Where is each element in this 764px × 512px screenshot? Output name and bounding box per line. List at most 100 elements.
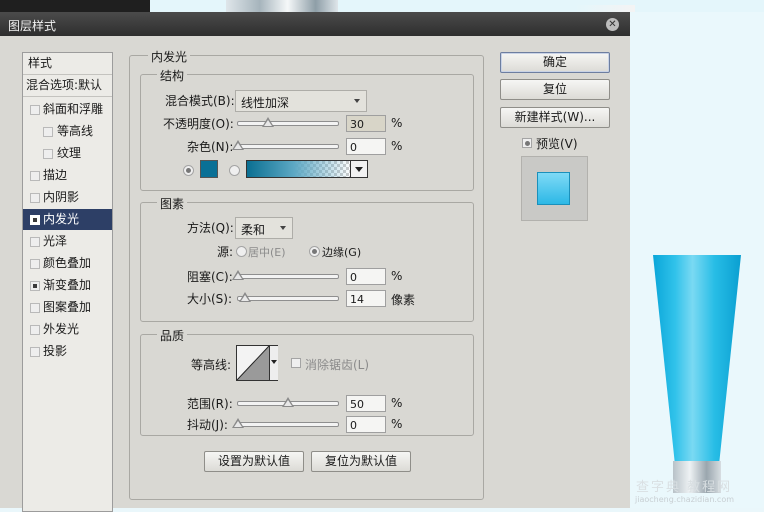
- checkbox-color-overlay[interactable]: [30, 259, 40, 269]
- gradient-picker[interactable]: [246, 160, 352, 178]
- glow-color-swatch[interactable]: [200, 160, 218, 178]
- sidebar-item-color-overlay[interactable]: 颜色叠加: [23, 253, 112, 274]
- sidebar-item-drop-shadow[interactable]: 投影: [23, 341, 112, 362]
- blend-mode-value: 线性加深: [241, 96, 290, 110]
- noise-slider-thumb[interactable]: [232, 140, 244, 150]
- preview-swatch: [537, 172, 570, 205]
- opacity-slider[interactable]: [237, 117, 339, 127]
- quality-group: 品质 等高线: 消除锯齿(L) 范围(R): 50 % 抖动(J): 0 %: [140, 327, 474, 436]
- style-list: 样式 混合选项:默认 斜面和浮雕 等高线 纹理 描边 内阴影 内发光 光泽 颜色…: [22, 52, 113, 512]
- close-icon[interactable]: ✕: [606, 18, 619, 31]
- make-default-button[interactable]: 设置为默认值: [204, 451, 304, 472]
- chevron-down-icon: [280, 226, 286, 230]
- checkbox-texture[interactable]: [43, 149, 53, 159]
- reset-button[interactable]: 复位: [500, 79, 610, 100]
- sidebar-item-inner-shadow[interactable]: 内阴影: [23, 187, 112, 208]
- structure-title: 结构: [157, 67, 188, 84]
- sidebar-item-texture[interactable]: 纹理: [23, 143, 112, 164]
- size-slider-thumb[interactable]: [239, 292, 251, 302]
- range-slider[interactable]: [237, 397, 339, 407]
- elements-title: 图素: [157, 195, 188, 212]
- checkbox-contour[interactable]: [43, 127, 53, 137]
- preview-checkbox[interactable]: [522, 138, 532, 148]
- color-mode-radio[interactable]: [183, 165, 194, 176]
- jitter-slider-thumb[interactable]: [232, 418, 244, 428]
- jitter-slider[interactable]: [232, 418, 339, 428]
- choke-slider-thumb[interactable]: [232, 270, 244, 280]
- checkbox-gradient-overlay[interactable]: [30, 281, 40, 291]
- range-slider-thumb[interactable]: [282, 397, 294, 407]
- opacity-slider-thumb[interactable]: [262, 117, 274, 127]
- antialias-checkbox[interactable]: [291, 358, 301, 368]
- checkbox-stroke[interactable]: [30, 171, 40, 181]
- gradient-mode-radio[interactable]: [229, 165, 240, 176]
- choke-label: 阻塞(C):: [187, 270, 233, 284]
- sidebar-item-label: 等高线: [57, 124, 94, 138]
- contour-linear-icon: [237, 346, 269, 380]
- tube-cap-top: [226, 0, 338, 12]
- checkbox-outer-glow[interactable]: [30, 325, 40, 335]
- sidebar-item-stroke[interactable]: 描边: [23, 165, 112, 186]
- quality-title: 品质: [157, 327, 188, 344]
- jitter-input[interactable]: 0: [346, 416, 386, 433]
- source-edge-radio[interactable]: [309, 246, 320, 257]
- sidebar-item-label: 图案叠加: [43, 300, 92, 314]
- choke-input[interactable]: 0: [346, 268, 386, 285]
- layer-style-dialog: 图层样式 ✕ 样式 混合选项:默认 斜面和浮雕 等高线 纹理 描边 内阴影 内发…: [0, 12, 630, 512]
- sidebar-item-outer-glow[interactable]: 外发光: [23, 319, 112, 340]
- source-edge-label: 边缘(G): [322, 246, 362, 259]
- size-input[interactable]: 14: [346, 290, 386, 307]
- technique-select[interactable]: 柔和: [235, 217, 293, 239]
- noise-label: 杂色(N):: [187, 140, 234, 154]
- sidebar-item-gradient-overlay[interactable]: 渐变叠加: [23, 275, 112, 296]
- range-input[interactable]: 50: [346, 395, 386, 412]
- size-label: 大小(S):: [187, 292, 233, 306]
- technique-label: 方法(Q):: [187, 221, 234, 235]
- new-style-button[interactable]: 新建样式(W)...: [500, 107, 610, 128]
- size-slider[interactable]: [237, 292, 339, 302]
- checkbox-bevel-emboss[interactable]: [30, 105, 40, 115]
- checkbox-satin[interactable]: [30, 237, 40, 247]
- checkbox-inner-glow[interactable]: [30, 215, 40, 225]
- sidebar-item-inner-glow[interactable]: 内发光: [23, 209, 112, 230]
- blend-mode-label: 混合模式(B):: [165, 94, 235, 108]
- range-unit: %: [391, 396, 403, 410]
- choke-unit: %: [391, 269, 403, 283]
- checkbox-inner-shadow[interactable]: [30, 193, 40, 203]
- gradient-dropdown-button[interactable]: [350, 160, 368, 178]
- sidebar-item-pattern-overlay[interactable]: 图案叠加: [23, 297, 112, 318]
- sidebar-item-bevel-emboss[interactable]: 斜面和浮雕: [23, 99, 112, 120]
- sidebar-item-label: 外发光: [43, 322, 80, 336]
- checkbox-pattern-overlay[interactable]: [30, 303, 40, 313]
- dialog-title: 图层样式: [8, 19, 57, 33]
- noise-input[interactable]: 0: [346, 138, 386, 155]
- antialias-label: 消除锯齿(L): [305, 358, 370, 372]
- canvas-top-strip: [0, 0, 764, 17]
- jitter-label: 抖动(J):: [187, 418, 228, 432]
- canvas-dark-area: [0, 0, 150, 12]
- sidebar-item-blending-options[interactable]: 混合选项:默认: [23, 75, 112, 97]
- watermark-url: jiaocheng.chazidian.com: [635, 495, 735, 504]
- style-list-header[interactable]: 样式: [23, 53, 112, 75]
- sidebar-item-label: 内发光: [43, 212, 80, 226]
- contour-label: 等高线:: [191, 358, 232, 372]
- style-list-label: 样式: [28, 56, 53, 70]
- dialog-titlebar[interactable]: 图层样式 ✕: [0, 12, 630, 36]
- opacity-input[interactable]: 30: [346, 115, 386, 132]
- watermark: 查字典 教程网 jiaocheng.chazidian.com: [630, 474, 764, 508]
- choke-slider[interactable]: [232, 270, 339, 280]
- checkbox-drop-shadow[interactable]: [30, 347, 40, 357]
- reset-default-button[interactable]: 复位为默认值: [311, 451, 411, 472]
- contour-picker[interactable]: [236, 345, 278, 381]
- noise-slider[interactable]: [232, 140, 339, 150]
- contour-dropdown-button[interactable]: [269, 346, 278, 380]
- noise-unit: %: [391, 139, 403, 153]
- sidebar-item-satin[interactable]: 光泽: [23, 231, 112, 252]
- blend-mode-select[interactable]: 线性加深: [235, 90, 367, 112]
- structure-group: 结构 混合模式(B): 线性加深 不透明度(O): 30 % 杂色(N): 0 …: [140, 67, 474, 191]
- tube-body: [653, 255, 741, 465]
- ok-button[interactable]: 确定: [500, 52, 610, 73]
- source-center-radio[interactable]: [236, 246, 247, 257]
- chevron-down-icon: [355, 167, 363, 172]
- sidebar-item-contour[interactable]: 等高线: [23, 121, 112, 142]
